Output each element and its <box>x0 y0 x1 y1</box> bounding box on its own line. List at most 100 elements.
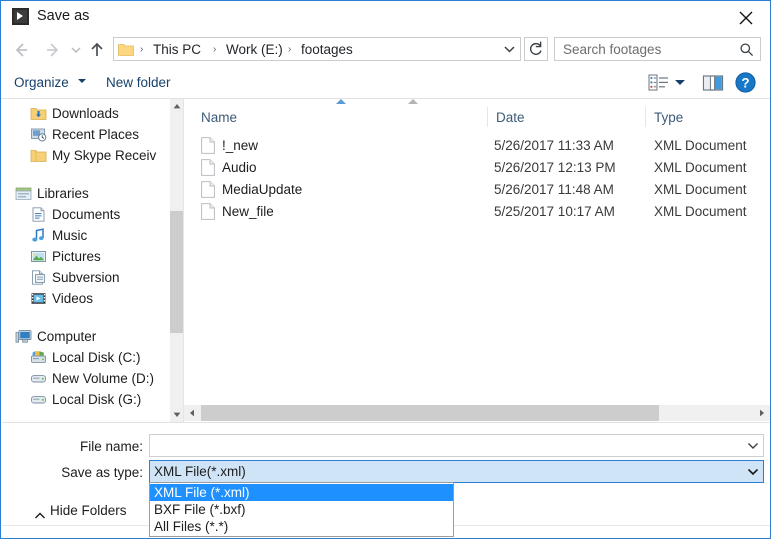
nav-item-label: Computer <box>37 329 97 344</box>
nav-item-label: Recent Places <box>52 127 140 142</box>
computer-icon <box>15 328 32 345</box>
nav-item-my-skype-received[interactable]: My Skype Receiv <box>2 145 183 166</box>
nav-item-local-disk-c[interactable]: Local Disk (C:) <box>2 347 183 368</box>
help-icon: ? <box>735 72 756 93</box>
search-box[interactable]: Search footages <box>554 37 761 61</box>
music-icon <box>30 227 47 244</box>
back-button[interactable] <box>10 39 32 61</box>
nav-item-documents[interactable]: Documents <box>2 204 183 225</box>
scroll-down-button[interactable] <box>170 407 184 422</box>
scroll-left-button[interactable] <box>184 405 200 421</box>
breadcrumb-separator: › <box>140 44 144 55</box>
preview-pane-icon[interactable] <box>702 74 724 92</box>
search-icon <box>739 42 754 62</box>
chevron-up-icon[interactable] <box>33 508 47 526</box>
subversion-icon <box>30 269 47 286</box>
nav-item-local-disk-g[interactable]: Local Disk (G:) <box>2 389 183 410</box>
chevron-down-icon <box>504 46 515 53</box>
file-date: 5/26/2017 11:33 AM <box>494 138 614 153</box>
save-as-type-dropdown-list[interactable]: XML File (*.xml) BXF File (*.bxf) All Fi… <box>149 482 454 537</box>
table-row[interactable]: !_new 5/26/2017 11:33 AM XML Document <box>184 135 770 157</box>
nav-item-music[interactable]: Music <box>2 225 183 246</box>
save-as-type-dropdown-button[interactable] <box>743 461 763 482</box>
file-name: MediaUpdate <box>222 182 303 197</box>
file-icon <box>201 159 215 176</box>
window-title: Save as <box>37 8 90 24</box>
nav-item-videos[interactable]: Videos <box>2 288 183 309</box>
column-header-date[interactable]: Date <box>496 108 525 128</box>
nav-item-computer[interactable]: Computer <box>2 326 183 347</box>
column-separator[interactable] <box>645 107 646 127</box>
scroll-right-button[interactable] <box>754 405 770 421</box>
close-button[interactable] <box>724 1 770 31</box>
chevron-down-icon <box>71 47 81 54</box>
media-player-icon <box>12 8 29 25</box>
triangle-up-icon <box>173 104 181 109</box>
navigation-pane: Downloads Recent Places My Skype Receiv … <box>2 99 183 422</box>
downloads-folder-icon <box>30 105 47 122</box>
nav-item-label: Documents <box>52 207 121 222</box>
table-row[interactable]: MediaUpdate 5/26/2017 11:48 AM XML Docum… <box>184 179 770 201</box>
navigation-pane-scrollbar[interactable] <box>169 99 184 422</box>
refresh-button[interactable] <box>524 37 548 61</box>
file-type: XML Document <box>654 138 747 153</box>
nav-item-label: New Volume (D:) <box>52 371 155 386</box>
file-list-horizontal-scrollbar[interactable] <box>184 405 770 421</box>
file-date: 5/26/2017 11:48 AM <box>494 182 614 197</box>
column-header-type[interactable]: Type <box>654 108 683 128</box>
recent-locations-button[interactable] <box>67 39 85 61</box>
dropdown-option-xml[interactable]: XML File (*.xml) <box>150 484 453 501</box>
recent-places-icon <box>30 126 47 143</box>
triangle-down-icon <box>173 412 181 417</box>
address-bar[interactable]: › This PC › Work (E:) › footages <box>113 37 521 61</box>
file-date: 5/26/2017 12:13 PM <box>494 160 616 175</box>
address-dropdown-button[interactable] <box>499 38 520 60</box>
folder-icon <box>30 147 47 164</box>
save-as-type-value: XML File(*.xml) <box>154 464 246 479</box>
dropdown-option-all-files[interactable]: All Files (*.*) <box>150 518 453 535</box>
dropdown-option-bxf[interactable]: BXF File (*.bxf) <box>150 501 453 518</box>
chevron-down-icon[interactable] <box>78 79 86 83</box>
forward-arrow-icon <box>47 43 59 57</box>
up-button[interactable] <box>86 39 108 61</box>
file-name-input[interactable] <box>149 434 764 457</box>
organize-button[interactable]: Organize <box>14 72 69 93</box>
nav-item-pictures[interactable]: Pictures <box>2 246 183 267</box>
hide-folders-button[interactable]: Hide Folders <box>50 501 127 521</box>
nav-item-downloads[interactable]: Downloads <box>2 103 183 124</box>
table-row[interactable]: Audio 5/26/2017 12:13 PM XML Document <box>184 157 770 179</box>
up-arrow-icon <box>91 42 103 56</box>
breadcrumb-this-pc[interactable]: This PC <box>153 41 201 59</box>
nav-item-new-volume-d[interactable]: New Volume (D:) <box>2 368 183 389</box>
nav-item-recent-places[interactable]: Recent Places <box>2 124 183 145</box>
table-row[interactable]: New_file 5/25/2017 10:17 AM XML Document <box>184 201 770 223</box>
forward-button[interactable] <box>42 39 64 61</box>
view-options-icon[interactable] <box>648 74 670 92</box>
scrollbar-thumb[interactable] <box>201 405 659 421</box>
nav-item-label: Pictures <box>52 249 101 264</box>
column-header-name[interactable]: Name <box>201 108 237 128</box>
column-marker-icon <box>408 99 418 104</box>
file-name-dropdown-button[interactable] <box>743 435 763 456</box>
scroll-up-button[interactable] <box>170 99 184 114</box>
nav-item-label: Libraries <box>37 186 89 201</box>
help-button[interactable]: ? <box>735 72 756 93</box>
command-bar: Organize New folder ? <box>1 66 770 99</box>
nav-item-label: Downloads <box>52 106 119 121</box>
file-list-pane: Name Date Type !_new 5/26/2017 11:33 AM … <box>184 99 770 422</box>
nav-item-libraries[interactable]: Libraries <box>2 183 183 204</box>
save-as-type-combobox[interactable]: XML File(*.xml) <box>149 460 764 483</box>
nav-item-subversion[interactable]: Subversion <box>2 267 183 288</box>
nav-item-label: Local Disk (C:) <box>52 350 141 365</box>
scrollbar-thumb[interactable] <box>170 211 184 333</box>
view-options-chevron-down-icon[interactable] <box>675 80 685 85</box>
file-icon <box>201 137 215 154</box>
search-input[interactable]: Search footages <box>563 41 661 59</box>
triangle-left-icon <box>190 409 194 417</box>
breadcrumb-footages[interactable]: footages <box>301 41 353 59</box>
breadcrumb-work-e[interactable]: Work (E:) <box>226 41 283 59</box>
back-arrow-icon <box>15 43 27 57</box>
column-separator[interactable] <box>487 107 488 127</box>
new-folder-button[interactable]: New folder <box>106 72 171 93</box>
nav-item-label: My Skype Receiv <box>52 148 157 163</box>
